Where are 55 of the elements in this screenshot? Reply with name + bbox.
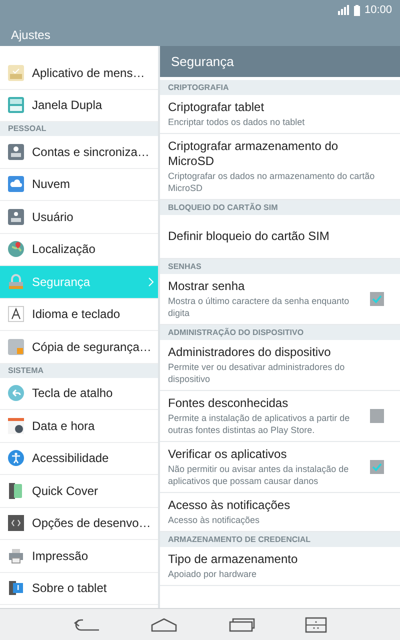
backup-icon <box>8 338 24 355</box>
code-icon <box>8 515 24 532</box>
setting-title[interactable]: Criptografar tablet <box>168 100 376 115</box>
phone-cover-icon <box>8 482 24 499</box>
setting-title[interactable]: Tipo de armazenamento <box>168 552 376 567</box>
checkbox[interactable] <box>370 409 384 423</box>
account-icon <box>8 144 24 160</box>
window-title: Ajustes <box>10 27 52 44</box>
signal-icon <box>338 5 350 15</box>
clock: 10:00 <box>364 2 392 18</box>
cloud-icon <box>8 176 24 192</box>
calendar-icon <box>8 418 24 434</box>
battery-icon <box>354 4 360 16</box>
setting-description: Acesso às notificações <box>168 514 261 526</box>
setting-description: Apoiado por hardware <box>168 568 258 580</box>
setting-title[interactable]: Verificar os aplicativos <box>168 447 362 462</box>
section-header: BLOQUEIO DO CARTÃO SIM <box>160 200 400 215</box>
detail-header: Segurança <box>160 46 400 77</box>
setting-description: Encriptar todos os dados no tablet <box>168 116 306 128</box>
section-header: PESSOAL <box>0 122 158 136</box>
tablet-info-icon <box>8 580 24 596</box>
check-icon <box>371 293 383 305</box>
chevron-right-icon <box>148 276 154 287</box>
setting-title[interactable]: Acesso às notificações <box>168 498 376 513</box>
menu-icon[interactable] <box>305 616 328 632</box>
window-icon <box>8 97 24 114</box>
back-icon[interactable] <box>72 618 101 632</box>
setting-description: Mostra o último caractere da senha enquanto digita <box>168 295 350 319</box>
user-icon <box>8 208 24 225</box>
printer-icon <box>8 548 24 564</box>
setting-description: Permite a instalação de aplicativos a partir de outras fontes distintas ao Play Store. <box>168 412 351 436</box>
setting-title[interactable]: Criptografar armazenamento do MicroSD <box>168 139 376 169</box>
setting-title[interactable]: Administradores do dispositivo <box>168 345 376 360</box>
setting-title[interactable]: Fontes desconhecidas <box>168 396 362 411</box>
setting-description: Criptografar os dados no armazenamento do cartão MicroSD <box>168 170 376 194</box>
setting-description: Permite ver ou desativar administradores do dispositivo <box>168 361 346 385</box>
setting-title[interactable]: Mostrar senha <box>168 279 362 294</box>
checkbox[interactable] <box>370 460 384 474</box>
section-header: ARMAZENAMENTO DE CREDENCIAL <box>160 532 400 547</box>
setting-title[interactable]: Definir bloqueio do cartão SIM <box>168 229 376 244</box>
section-header: SISTEMA <box>0 364 158 378</box>
lock-icon <box>8 274 24 290</box>
shortcut-icon <box>8 385 24 402</box>
recent-apps-icon[interactable] <box>228 618 256 632</box>
setting-description: Não permitir ou avisar antes da instalação de aplicativos que possam causar danos <box>168 463 350 487</box>
location-icon <box>8 241 24 258</box>
home-icon[interactable] <box>150 618 178 632</box>
message-icon <box>8 64 24 81</box>
section-header: ADMINISTRAÇÃO DO DISPOSITIVO <box>160 325 400 340</box>
checkbox[interactable] <box>370 292 384 306</box>
accessibility-icon <box>8 450 24 466</box>
letter-icon <box>8 306 24 322</box>
section-header: SENHAS <box>160 259 400 274</box>
section-header: CRIPTOGRAFIA <box>160 80 400 95</box>
check-icon <box>371 461 383 473</box>
